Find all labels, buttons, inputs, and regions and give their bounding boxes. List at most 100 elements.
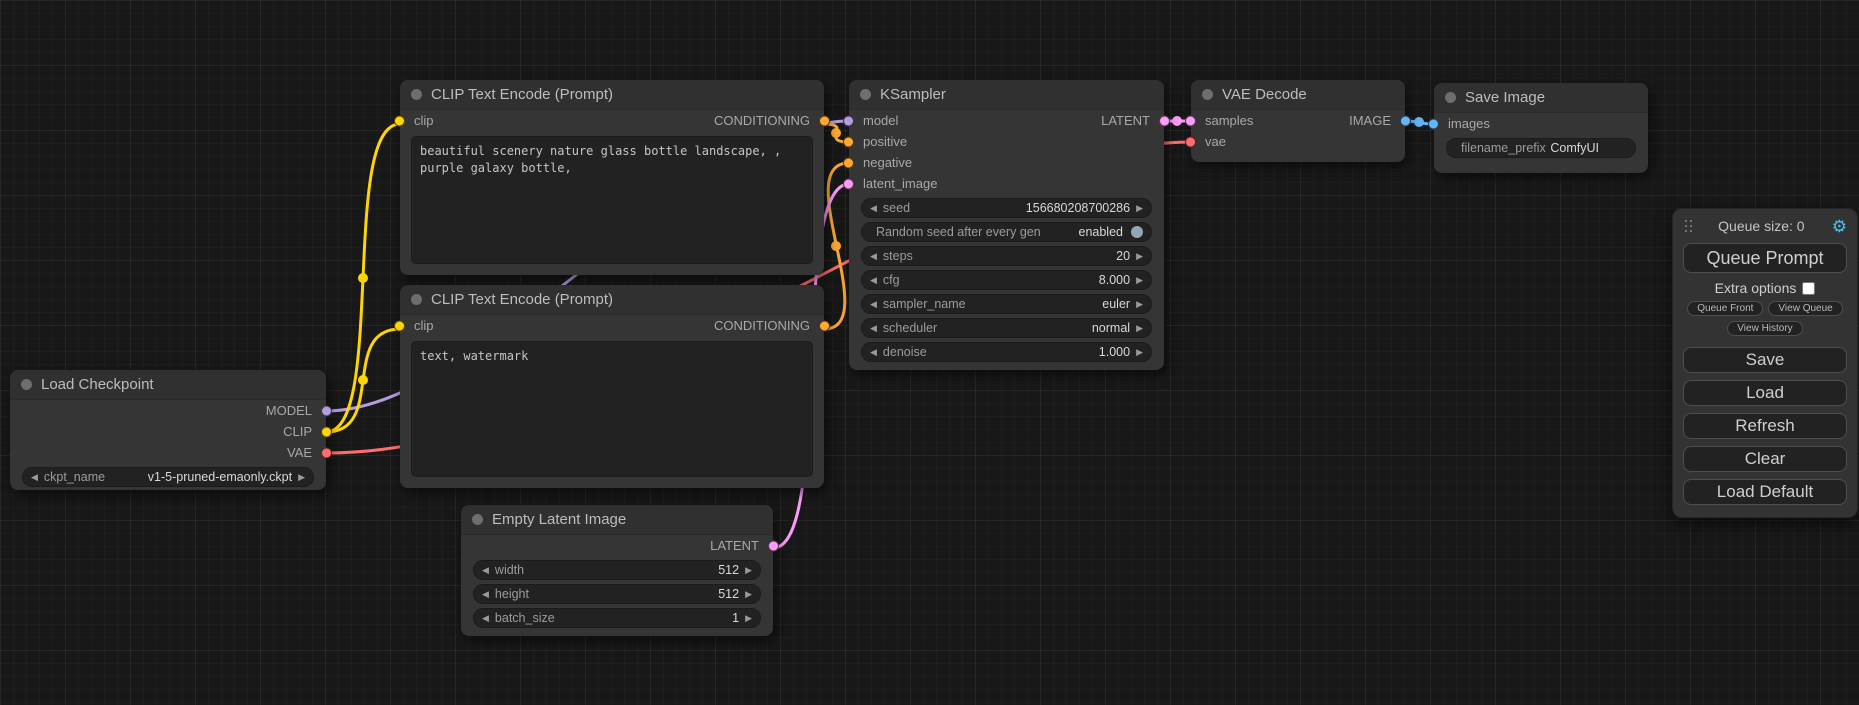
node-load-checkpoint[interactable]: Load Checkpoint MODEL CLIP VAE ◀ ckpt_na… <box>10 370 326 490</box>
link-midpoint-dot <box>1414 117 1424 127</box>
node-ksampler[interactable]: KSampler model LATENT positive negative … <box>849 80 1164 370</box>
samples-input-port[interactable] <box>1185 115 1196 126</box>
increment-arrow-icon[interactable]: ▶ <box>745 614 752 623</box>
collapse-toggle-icon[interactable] <box>1445 92 1456 103</box>
node-vae-decode[interactable]: VAE Decode samples IMAGE vae <box>1191 80 1405 162</box>
latent-output-port[interactable] <box>1159 115 1170 126</box>
model-output-port[interactable] <box>321 405 332 416</box>
clear-button[interactable]: Clear <box>1683 446 1847 472</box>
conditioning-output-port[interactable] <box>819 115 830 126</box>
positive-prompt-textarea[interactable]: beautiful scenery nature glass bottle la… <box>411 136 813 264</box>
increment-arrow-icon[interactable]: ▶ <box>745 566 752 575</box>
model-input-port[interactable] <box>843 115 854 126</box>
decrement-arrow-icon[interactable]: ◀ <box>870 252 877 261</box>
queue-front-button[interactable]: Queue Front <box>1687 301 1763 316</box>
load-default-button[interactable]: Load Default <box>1683 479 1847 505</box>
increment-arrow-icon[interactable]: ▶ <box>1136 300 1143 309</box>
positive-input-port[interactable] <box>843 136 854 147</box>
decrement-arrow-icon[interactable]: ◀ <box>870 204 877 213</box>
widget-value: normal <box>1092 321 1130 335</box>
collapse-toggle-icon[interactable] <box>411 89 422 100</box>
collapse-toggle-icon[interactable] <box>21 379 32 390</box>
node-titlebar[interactable]: CLIP Text Encode (Prompt) <box>400 285 824 315</box>
random-seed-toggle-widget[interactable]: Random seed after every gen enabled <box>861 222 1152 242</box>
increment-arrow-icon[interactable]: ▶ <box>1136 348 1143 357</box>
ckpt-name-widget[interactable]: ◀ ckpt_name v1-5-pruned-emaonly.ckpt ▶ <box>22 467 314 487</box>
height-widget[interactable]: ◀ height 512 ▶ <box>473 584 761 604</box>
drag-handle-icon[interactable] <box>1685 220 1687 222</box>
node-titlebar[interactable]: Empty Latent Image <box>461 505 773 535</box>
clip-input-port[interactable] <box>394 115 405 126</box>
view-queue-button[interactable]: View Queue <box>1768 301 1842 316</box>
node-clip-text-encode-positive[interactable]: CLIP Text Encode (Prompt) clip CONDITION… <box>400 80 824 275</box>
collapse-toggle-icon[interactable] <box>411 294 422 305</box>
node-title: Empty Latent Image <box>492 511 626 528</box>
filename-prefix-widget[interactable]: filename_prefix ComfyUI <box>1446 138 1636 158</box>
vae-output-port[interactable] <box>321 447 332 458</box>
node-titlebar[interactable]: CLIP Text Encode (Prompt) <box>400 80 824 110</box>
input-slot-label: negative <box>863 155 912 170</box>
latent-image-input-port[interactable] <box>843 178 854 189</box>
output-slot-vae: VAE <box>10 442 326 463</box>
negative-input-port[interactable] <box>843 157 854 168</box>
vae-input-port[interactable] <box>1185 136 1196 147</box>
decrement-arrow-icon[interactable]: ◀ <box>870 324 877 333</box>
steps-widget[interactable]: ◀ steps 20 ▶ <box>861 246 1152 266</box>
decrement-arrow-icon[interactable]: ◀ <box>870 276 877 285</box>
sampler-name-widget[interactable]: ◀ sampler_name euler ▶ <box>861 294 1152 314</box>
increment-arrow-icon[interactable]: ▶ <box>1136 252 1143 261</box>
increment-arrow-icon[interactable]: ▶ <box>298 473 305 482</box>
widget-value: 8.000 <box>1099 273 1130 287</box>
slot-row-model-latent: model LATENT <box>849 110 1164 131</box>
decrement-arrow-icon[interactable]: ◀ <box>482 566 489 575</box>
collapse-toggle-icon[interactable] <box>472 514 483 525</box>
widget-value: 1 <box>732 611 739 625</box>
view-history-button[interactable]: View History <box>1727 321 1802 336</box>
node-title: CLIP Text Encode (Prompt) <box>431 86 613 103</box>
node-save-image[interactable]: Save Image images filename_prefix ComfyU… <box>1434 83 1648 173</box>
decrement-arrow-icon[interactable]: ◀ <box>870 300 877 309</box>
node-titlebar[interactable]: KSampler <box>849 80 1164 110</box>
node-empty-latent-image[interactable]: Empty Latent Image LATENT ◀ width 512 ▶ … <box>461 505 773 636</box>
image-output-port[interactable] <box>1400 115 1411 126</box>
widget-value: 156680208700286 <box>1026 201 1130 215</box>
batch-size-widget[interactable]: ◀ batch_size 1 ▶ <box>473 608 761 628</box>
increment-arrow-icon[interactable]: ▶ <box>1136 324 1143 333</box>
refresh-button[interactable]: Refresh <box>1683 413 1847 439</box>
toggle-knob-icon[interactable] <box>1131 226 1143 238</box>
decrement-arrow-icon[interactable]: ◀ <box>482 614 489 623</box>
conditioning-output-port[interactable] <box>819 320 830 331</box>
settings-gear-icon[interactable]: ⚙ <box>1832 218 1847 235</box>
node-title: Load Checkpoint <box>41 376 154 393</box>
queue-prompt-button[interactable]: Queue Prompt <box>1683 243 1847 273</box>
seed-widget[interactable]: ◀ seed 156680208700286 ▶ <box>861 198 1152 218</box>
negative-prompt-textarea[interactable]: text, watermark <box>411 341 813 477</box>
extra-options-checkbox[interactable] <box>1802 282 1815 295</box>
scheduler-widget[interactable]: ◀ scheduler normal ▶ <box>861 318 1152 338</box>
increment-arrow-icon[interactable]: ▶ <box>1136 204 1143 213</box>
node-clip-text-encode-negative[interactable]: CLIP Text Encode (Prompt) clip CONDITION… <box>400 285 824 488</box>
denoise-widget[interactable]: ◀ denoise 1.000 ▶ <box>861 342 1152 362</box>
node-titlebar[interactable]: VAE Decode <box>1191 80 1405 110</box>
clip-output-port[interactable] <box>321 426 332 437</box>
collapse-toggle-icon[interactable] <box>860 89 871 100</box>
increment-arrow-icon[interactable]: ▶ <box>745 590 752 599</box>
output-slot-label: MODEL <box>266 403 312 418</box>
increment-arrow-icon[interactable]: ▶ <box>1136 276 1143 285</box>
clip-input-port[interactable] <box>394 320 405 331</box>
input-slot-label: latent_image <box>863 176 937 191</box>
node-titlebar[interactable]: Load Checkpoint <box>10 370 326 400</box>
load-button[interactable]: Load <box>1683 380 1847 406</box>
decrement-arrow-icon[interactable]: ◀ <box>870 348 877 357</box>
save-button[interactable]: Save <box>1683 347 1847 373</box>
node-graph-canvas[interactable]: Load Checkpoint MODEL CLIP VAE ◀ ckpt_na… <box>0 0 1859 705</box>
node-titlebar[interactable]: Save Image <box>1434 83 1648 113</box>
decrement-arrow-icon[interactable]: ◀ <box>31 473 38 482</box>
cfg-widget[interactable]: ◀ cfg 8.000 ▶ <box>861 270 1152 290</box>
collapse-toggle-icon[interactable] <box>1202 89 1213 100</box>
images-input-port[interactable] <box>1428 118 1439 129</box>
decrement-arrow-icon[interactable]: ◀ <box>482 590 489 599</box>
width-widget[interactable]: ◀ width 512 ▶ <box>473 560 761 580</box>
widget-value: v1-5-pruned-emaonly.ckpt <box>148 470 292 484</box>
latent-output-port[interactable] <box>768 540 779 551</box>
